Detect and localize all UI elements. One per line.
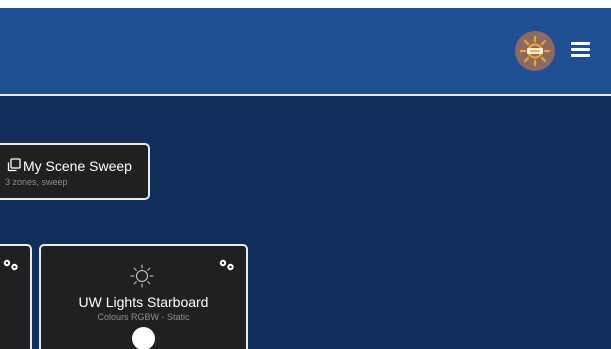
hamburger-menu-icon[interactable] (570, 39, 592, 61)
zone-toggle[interactable] (132, 327, 155, 349)
sun-icon (130, 264, 154, 288)
zone-title: UW Lights Starboard (78, 294, 209, 310)
gears-icon[interactable] (218, 258, 236, 272)
menu-bar (571, 54, 590, 57)
gears-icon[interactable] (2, 258, 20, 272)
zone-subtitle: Colours RGBW - Static (97, 312, 190, 322)
scene-subtitle: 3 zones, sweep (5, 177, 68, 187)
menu-bar (571, 48, 590, 51)
scene-title: My Scene Sweep (23, 158, 132, 174)
menu-bar (571, 42, 590, 45)
top-app-bar (0, 8, 611, 94)
scene-card[interactable]: My Scene Sweep 3 zones, sweep (0, 143, 150, 200)
zone-card-uw-lights-starboard[interactable]: UW Lights Starboard Colours RGBW - Stati… (39, 244, 248, 349)
app-frame: My Scene Sweep 3 zones, sweep UW Lights … (0, 0, 611, 349)
zone-card[interactable] (0, 244, 32, 349)
sun-badge-icon (519, 35, 551, 67)
copy-stack-icon (7, 158, 21, 172)
user-avatar-button[interactable] (515, 31, 555, 71)
